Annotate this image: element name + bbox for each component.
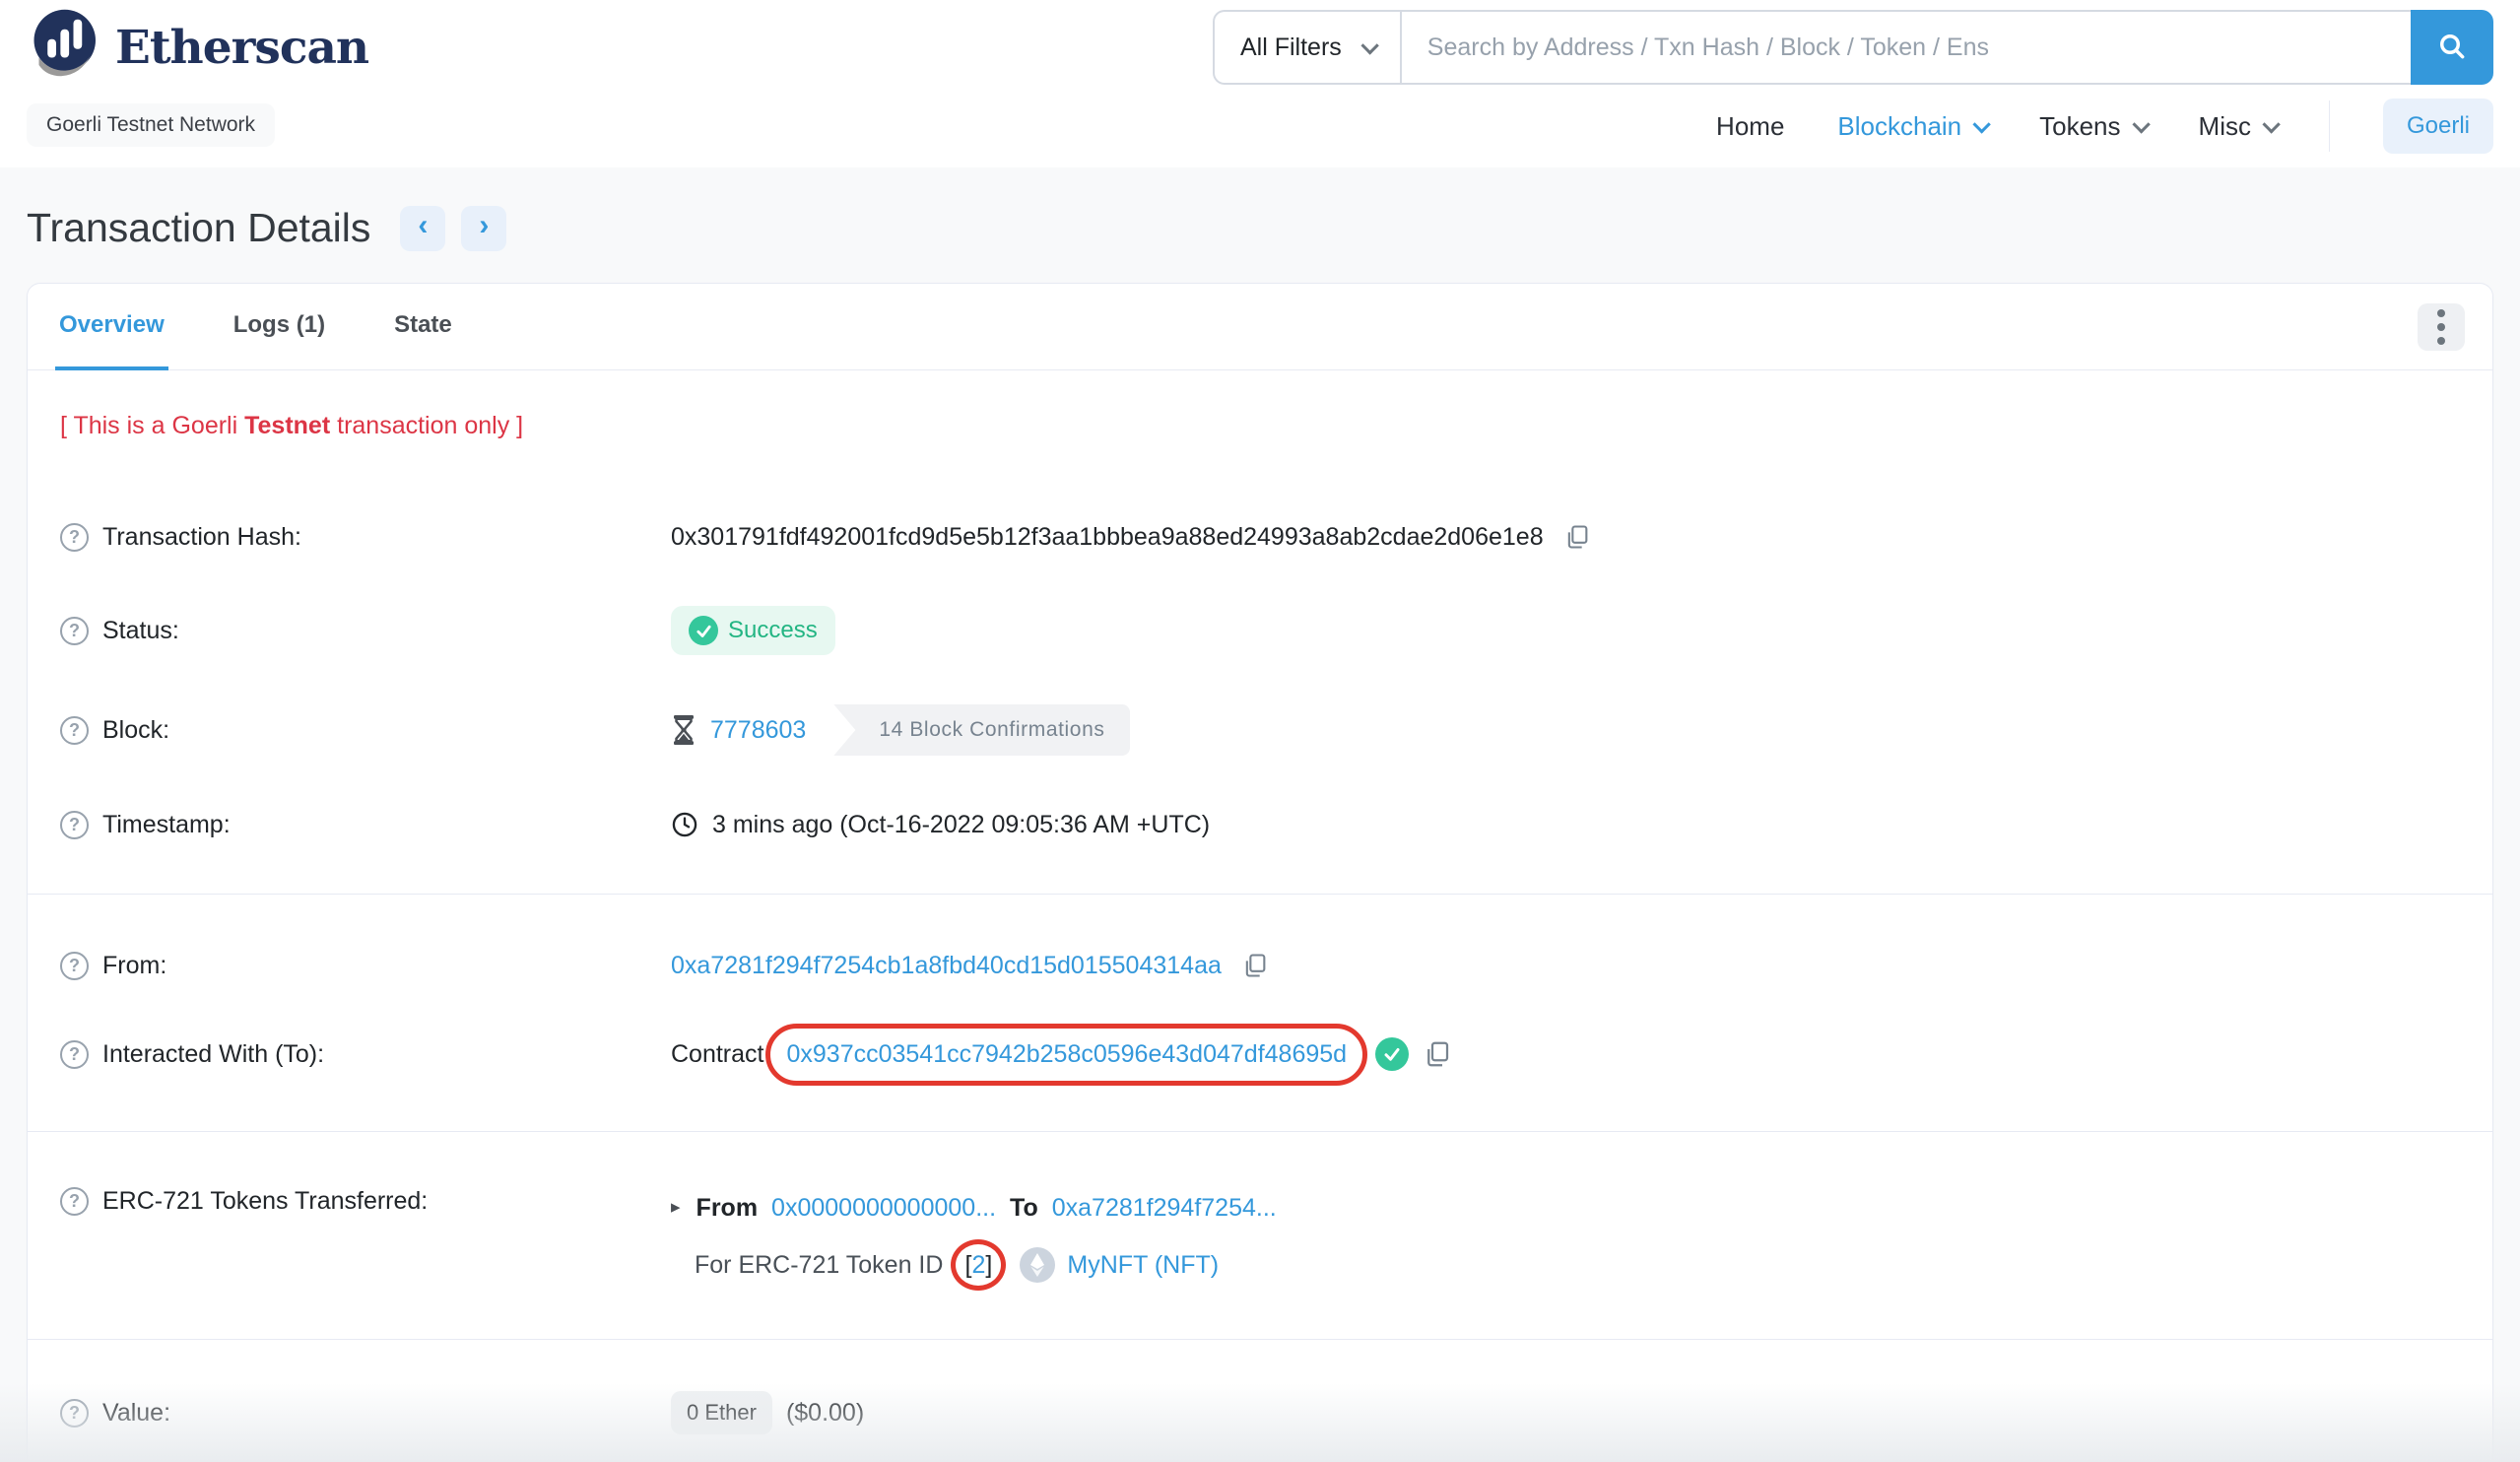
transaction-card: Overview Logs (1) State [ This is a Goer… bbox=[27, 283, 2493, 1462]
hourglass-icon bbox=[671, 715, 696, 745]
brand-name: Etherscan bbox=[115, 21, 369, 75]
warning-bold: Testnet bbox=[244, 412, 331, 439]
section-divider bbox=[28, 894, 2492, 895]
warning-suffix: transaction only ] bbox=[330, 412, 524, 439]
help-icon[interactable]: ? bbox=[60, 1187, 89, 1216]
erc721-label: ERC-721 Tokens Transferred: bbox=[102, 1187, 429, 1215]
nav-misc[interactable]: Misc bbox=[2198, 110, 2281, 142]
bracket-open: [ bbox=[964, 1251, 972, 1279]
main-content: Transaction Details ‹ › Overview Logs (1… bbox=[0, 167, 2520, 1462]
from-label: From: bbox=[102, 951, 167, 979]
row-erc721-transfers: ? ERC-721 Tokens Transferred: ▸ From 0x0… bbox=[60, 1183, 2460, 1291]
chevron-down-icon bbox=[1360, 35, 1379, 55]
contract-address-link[interactable]: 0x937cc03541cc7942b258c0596e43d047df4869… bbox=[786, 1040, 1347, 1068]
search-button[interactable] bbox=[2411, 10, 2493, 85]
copy-icon[interactable] bbox=[1563, 523, 1591, 551]
row-from: ? From: 0xa7281f294f7254cb1a8fbd40cd15d0… bbox=[60, 946, 2460, 985]
timestamp-label: Timestamp: bbox=[102, 810, 231, 838]
page-title: Transaction Details bbox=[27, 205, 371, 250]
etherscan-logo[interactable]: Etherscan bbox=[27, 6, 369, 90]
status-badge: Success bbox=[671, 606, 835, 655]
success-check-icon bbox=[689, 616, 718, 645]
contract-prefix: Contract bbox=[671, 1039, 764, 1068]
bracket-close: ] bbox=[985, 1251, 993, 1279]
search-input[interactable] bbox=[1399, 10, 2411, 85]
status-label: Status: bbox=[102, 616, 179, 644]
row-transaction-hash: ? Transaction Hash: 0x301791fdf492001fcd… bbox=[60, 517, 2460, 557]
search-filter-select[interactable]: All Filters bbox=[1213, 10, 1400, 85]
row-interacted-with: ? Interacted With (To): Contract 0x937cc… bbox=[60, 1023, 2460, 1086]
section-divider bbox=[28, 1339, 2492, 1340]
nav-misc-label: Misc bbox=[2198, 110, 2251, 141]
help-icon[interactable]: ? bbox=[60, 1398, 89, 1428]
help-icon[interactable]: ? bbox=[60, 810, 89, 839]
kebab-icon bbox=[2437, 308, 2445, 317]
tab-logs[interactable]: Logs (1) bbox=[230, 284, 329, 370]
chevron-down-icon bbox=[1972, 114, 1991, 134]
verified-contract-icon bbox=[1375, 1037, 1410, 1071]
nav-tokens-label: Tokens bbox=[2039, 110, 2121, 141]
nav-home[interactable]: Home bbox=[1716, 111, 1784, 142]
clock-icon bbox=[671, 811, 698, 838]
token-id-link[interactable]: 2 bbox=[971, 1240, 985, 1290]
erc721-to-address-link[interactable]: 0xa7281f294f7254... bbox=[1052, 1183, 1277, 1232]
annotation-red-circle: [2] bbox=[951, 1239, 1007, 1291]
tab-state[interactable]: State bbox=[390, 284, 456, 370]
chevron-down-icon bbox=[2262, 114, 2281, 134]
search-icon bbox=[2436, 31, 2468, 65]
main-nav: Home Blockchain Tokens Misc Goerli bbox=[1716, 99, 2493, 154]
row-block: ? Block: 7778603 14 Block Confirmations bbox=[60, 704, 2460, 756]
token-logo-icon bbox=[1020, 1247, 1056, 1283]
etherscan-logo-icon bbox=[27, 6, 105, 90]
list-marker-icon: ▸ bbox=[671, 1197, 681, 1218]
block-confirmations-badge: 14 Block Confirmations bbox=[833, 704, 1131, 756]
nav-tokens[interactable]: Tokens bbox=[2039, 110, 2151, 142]
network-badge: Goerli Testnet Network bbox=[27, 103, 276, 147]
nav-home-label: Home bbox=[1716, 110, 1785, 141]
block-number-link[interactable]: 7778603 bbox=[710, 716, 806, 745]
tab-overview[interactable]: Overview bbox=[55, 284, 168, 370]
row-timestamp: ? Timestamp: 3 mins ago (Oct-16-2022 09:… bbox=[60, 805, 2460, 844]
previous-transaction-button[interactable]: ‹ bbox=[400, 205, 446, 251]
transaction-hash-value: 0x301791fdf492001fcd9d5e5b12f3aa1bbbea9a… bbox=[671, 522, 1544, 551]
erc721-token-id-prefix: For ERC-721 Token ID bbox=[695, 1251, 944, 1279]
nav-divider bbox=[2328, 100, 2330, 152]
help-icon[interactable]: ? bbox=[60, 1039, 89, 1069]
help-icon[interactable]: ? bbox=[60, 522, 89, 552]
search-bar: All Filters bbox=[1213, 10, 2493, 85]
block-label: Block: bbox=[102, 715, 170, 744]
copy-icon[interactable] bbox=[1241, 952, 1269, 979]
usd-value: ($0.00) bbox=[785, 1398, 865, 1427]
transaction-hash-label: Transaction Hash: bbox=[102, 522, 301, 551]
erc721-from-label: From bbox=[696, 1194, 759, 1222]
tabs-bar: Overview Logs (1) State bbox=[28, 284, 2492, 370]
interacted-with-label: Interacted With (To): bbox=[102, 1039, 325, 1068]
token-name-link[interactable]: MyNFT (NFT) bbox=[1067, 1240, 1219, 1290]
value-label: Value: bbox=[102, 1398, 171, 1427]
nav-blockchain[interactable]: Blockchain bbox=[1837, 110, 1991, 142]
section-divider bbox=[28, 1131, 2492, 1132]
top-header: Etherscan Goerli Testnet Network All Fil… bbox=[0, 0, 2520, 167]
search-filter-label: All Filters bbox=[1240, 33, 1342, 61]
erc721-to-label: To bbox=[1010, 1194, 1038, 1222]
warning-prefix: [ This is a Goerli bbox=[60, 412, 245, 439]
help-icon[interactable]: ? bbox=[60, 616, 89, 645]
nav-blockchain-label: Blockchain bbox=[1837, 110, 1962, 141]
help-icon[interactable]: ? bbox=[60, 715, 89, 745]
ether-value-badge: 0 Ether bbox=[671, 1391, 772, 1434]
row-value: ? Value: 0 Ether ($0.00) bbox=[60, 1391, 2460, 1434]
network-selector-button[interactable]: Goerli bbox=[2382, 99, 2493, 154]
help-icon[interactable]: ? bbox=[60, 951, 89, 980]
testnet-warning: [ This is a Goerli Testnet transaction o… bbox=[60, 412, 2460, 440]
erc721-from-address-link[interactable]: 0x0000000000000... bbox=[771, 1183, 996, 1232]
timestamp-value: 3 mins ago (Oct-16-2022 09:05:36 AM +UTC… bbox=[712, 810, 1211, 838]
from-address-link[interactable]: 0xa7281f294f7254cb1a8fbd40cd15d015504314… bbox=[671, 952, 1222, 980]
row-status: ? Status: Success bbox=[60, 606, 2460, 655]
status-text: Success bbox=[728, 617, 818, 643]
annotation-red-box: 0x937cc03541cc7942b258c0596e43d047df4869… bbox=[765, 1023, 1368, 1086]
more-options-button[interactable] bbox=[2418, 302, 2465, 351]
next-transaction-button[interactable]: › bbox=[461, 205, 507, 251]
copy-icon[interactable] bbox=[1423, 1039, 1452, 1069]
chevron-down-icon bbox=[2131, 114, 2151, 134]
